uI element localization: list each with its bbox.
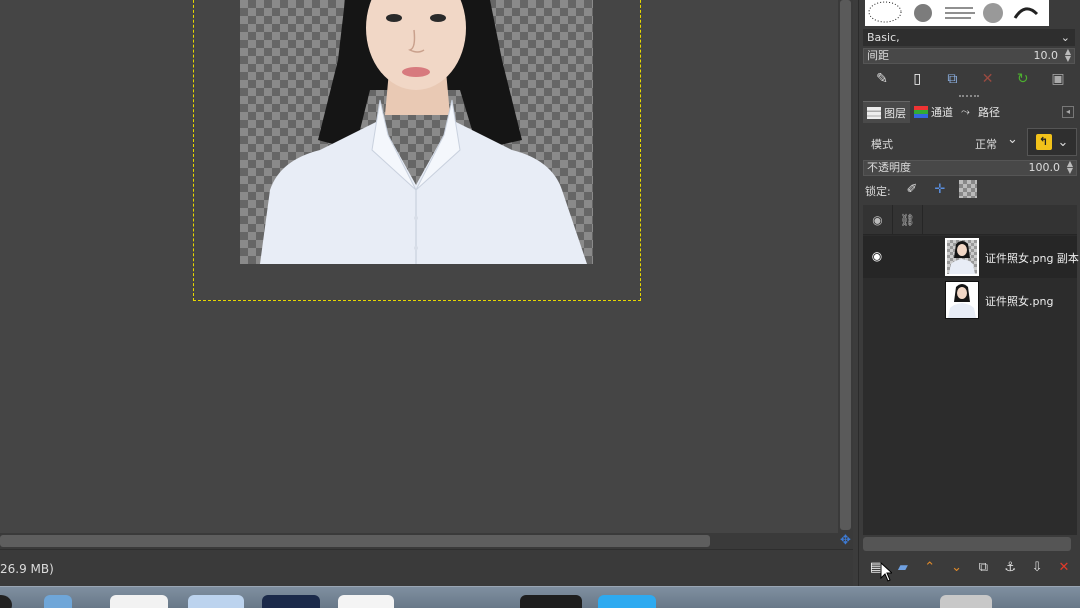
tab-layers[interactable]: 图层 (863, 101, 910, 123)
paths-icon: ⤳ (961, 105, 970, 118)
opacity-label: 不透明度 (867, 161, 911, 174)
spacing-label: 间距 (867, 49, 889, 62)
brush-actions-bar: ✎ ▯ ⧉ ✕ ↻ ▣ (865, 68, 1075, 90)
delete-brush-icon[interactable]: ✕ (977, 68, 999, 90)
image-canvas[interactable] (0, 0, 838, 533)
mode-selector[interactable]: 模式 正常 ⌄ ↰ ⌄ (863, 128, 1077, 156)
thumbnail-portrait (948, 284, 976, 318)
open-as-image-icon[interactable]: ▣ (1047, 68, 1069, 90)
brush-thumbnails (868, 1, 1039, 23)
composite-mode-icon: ↰ (1035, 134, 1052, 150)
brush-preview-strip[interactable] (865, 0, 1049, 26)
brush-preset-value: Basic, (867, 31, 900, 44)
dock-app-icon[interactable] (262, 595, 320, 608)
spin-arrows-icon[interactable]: ▲ ▼ (1065, 48, 1071, 63)
chain-column-icon[interactable]: ⛓ (893, 205, 923, 235)
lock-pixels-icon[interactable]: ✐ (903, 180, 921, 198)
merge-down-icon[interactable]: ⇩ (1026, 556, 1048, 578)
tab-paths[interactable]: ⤳ 路径 (957, 101, 1004, 123)
memory-status: 26.9 MB) (0, 562, 54, 576)
layers-horizontal-scrollbar[interactable] (863, 537, 1071, 551)
layer-name[interactable]: 证件照女.png (985, 293, 1053, 309)
dock-app-icon[interactable] (188, 595, 244, 608)
layers-list[interactable]: ◉ ⛓ ◉ 证件照女.png 副本 证件照女.png (863, 205, 1079, 535)
duplicate-layer-icon[interactable]: ⧉ (972, 556, 994, 578)
duplicate-brush-icon[interactable]: ⧉ (941, 68, 963, 90)
layers-list-header: ◉ ⛓ (863, 205, 1077, 235)
composite-mode-button[interactable]: ↰ ⌄ (1027, 128, 1077, 156)
dock-app-icon[interactable] (520, 595, 582, 608)
dock-app-icon[interactable] (110, 595, 168, 608)
gimp-window: ✥ 26.9 MB) Basic, ⌄ 间距 10.0 ▲ ▼ ✎ ▯ ⧉ ✕ … (0, 0, 1080, 608)
lock-alpha-icon[interactable] (959, 180, 977, 198)
layer-thumbnail (945, 281, 979, 319)
tab-channels[interactable]: 通道 (910, 101, 957, 123)
tab-layers-label: 图层 (884, 106, 906, 120)
chevron-down-icon[interactable]: ⌄ (1007, 132, 1018, 147)
vertical-scrollbar[interactable] (838, 0, 853, 533)
dock-app-icon[interactable] (44, 595, 72, 608)
panel-menu-icon[interactable]: ◂ (1062, 106, 1074, 118)
horizontal-scrollbar[interactable] (0, 533, 838, 549)
new-brush-icon[interactable]: ▯ (906, 68, 928, 90)
brush-preset-select[interactable]: Basic, ⌄ (863, 29, 1075, 46)
chevron-down-icon: ⌄ (1057, 134, 1069, 150)
tab-paths-label: 路径 (978, 106, 1000, 119)
layer-name[interactable]: 证件照女.png 副本 (985, 250, 1079, 266)
lock-row: 锁定: ✐ ✛ (863, 180, 1077, 200)
eye-icon[interactable]: ◉ (869, 249, 885, 263)
spin-arrows-icon[interactable]: ▲ ▼ (1067, 160, 1073, 175)
lock-position-icon[interactable]: ✛ (931, 180, 949, 198)
spacing-value: 10.0 (1033, 49, 1059, 62)
right-dock: Basic, ⌄ 间距 10.0 ▲ ▼ ✎ ▯ ⧉ ✕ ↻ ▣ 图层 通道 ⤳… (858, 0, 1080, 586)
opacity-value: 100.0 (1028, 161, 1061, 174)
dock-tabs: 图层 通道 ⤳ 路径 (863, 101, 1077, 123)
layer-actions-bar: ▤ ▰ ⌃ ⌄ ⧉ ⚓ ⇩ ✕ (863, 556, 1077, 580)
mouse-cursor-icon (880, 562, 892, 582)
visibility-column-icon[interactable]: ◉ (863, 205, 893, 235)
chevron-down-icon: ⌄ (1060, 31, 1070, 44)
thumbnail-portrait (949, 241, 975, 274)
dock-app-icon[interactable] (338, 595, 394, 608)
tab-channels-label: 通道 (931, 106, 953, 119)
layer-row-original[interactable]: 证件照女.png (863, 279, 1077, 321)
new-layer-group-icon[interactable]: ▰ (892, 556, 914, 578)
portrait-image[interactable] (240, 0, 593, 264)
layer-thumbnail (945, 238, 979, 276)
lower-layer-icon[interactable]: ⌄ (946, 556, 968, 578)
lock-label: 锁定: (865, 185, 891, 198)
delete-layer-icon[interactable]: ✕ (1053, 556, 1075, 578)
layer-row-copy[interactable]: ◉ 证件照女.png 副本 (863, 236, 1079, 278)
dock-app-icon[interactable] (0, 595, 12, 608)
dock-app-icon[interactable] (598, 595, 656, 608)
raise-layer-icon[interactable]: ⌃ (919, 556, 941, 578)
vertical-scroll-thumb[interactable] (840, 0, 851, 530)
channels-icon (914, 106, 928, 118)
opacity-slider[interactable]: 不透明度 100.0 ▲ ▼ (863, 160, 1077, 176)
spacing-slider[interactable]: 间距 10.0 ▲ ▼ (863, 48, 1075, 64)
refresh-brushes-icon[interactable]: ↻ (1012, 68, 1034, 90)
edit-brush-icon[interactable]: ✎ (871, 68, 893, 90)
status-bar: 26.9 MB) (0, 549, 853, 586)
dock-app-icon[interactable] (940, 595, 992, 608)
navigate-icon[interactable]: ✥ (838, 533, 853, 549)
layers-icon (867, 106, 881, 119)
panel-grip[interactable] (959, 95, 979, 98)
mode-label: 模式 (871, 138, 893, 151)
portrait-drawing (260, 0, 587, 264)
anchor-layer-icon[interactable]: ⚓ (999, 556, 1021, 578)
mode-value: 正常 (975, 138, 997, 151)
horizontal-scroll-thumb[interactable] (0, 535, 710, 547)
macos-dock (0, 586, 1080, 608)
